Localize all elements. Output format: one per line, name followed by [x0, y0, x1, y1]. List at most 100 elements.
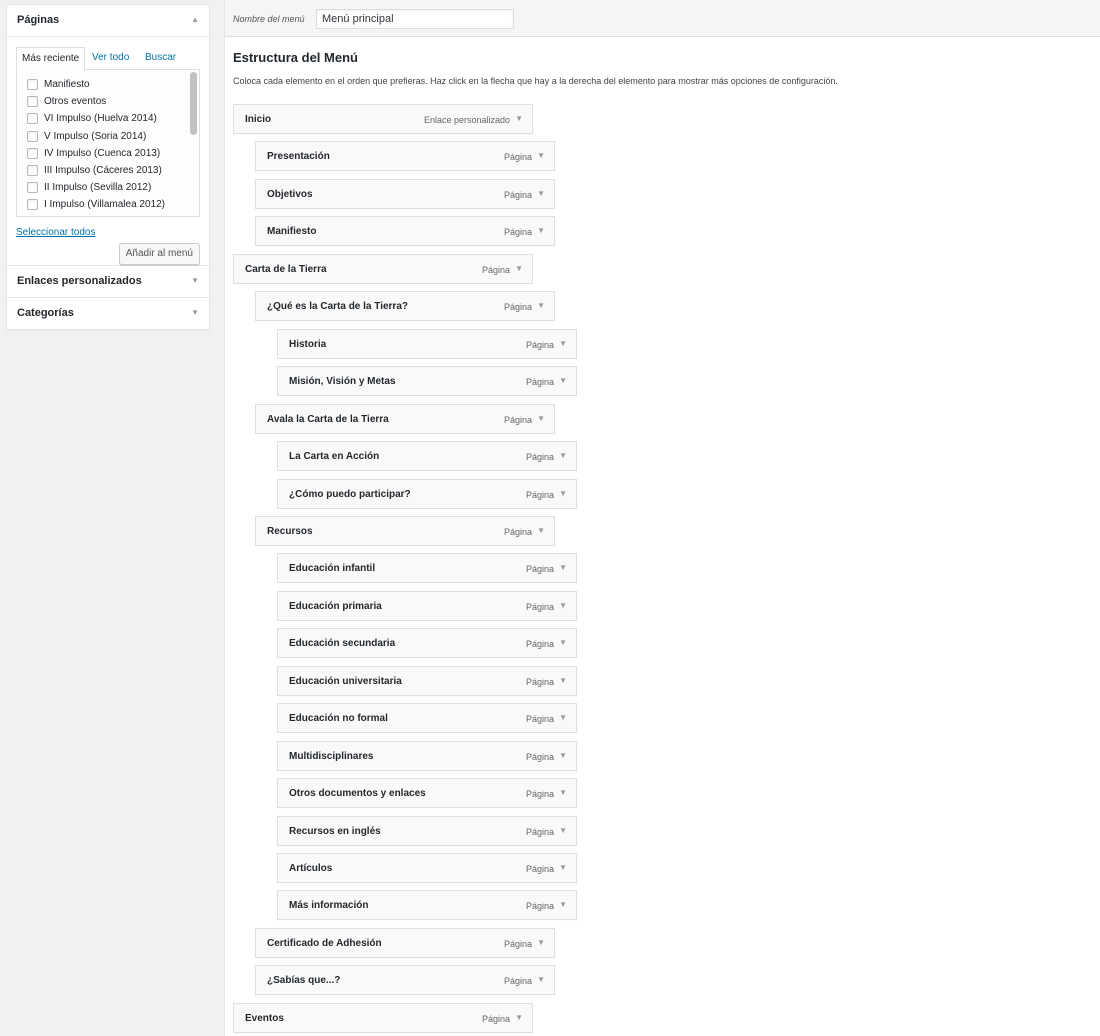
expand-arrow-icon[interactable]: ▼	[559, 376, 567, 385]
expand-arrow-icon[interactable]: ▼	[537, 414, 545, 423]
tab-view-all[interactable]: Ver todo	[92, 47, 129, 69]
page-checklist-item[interactable]: V Impulso (Soria 2014)	[27, 128, 199, 145]
menu-item[interactable]: Presentación Página ▼	[255, 141, 555, 171]
pages-section-header[interactable]: Páginas ▲	[7, 5, 209, 37]
categories-section-header[interactable]: Categorías ▼	[7, 298, 209, 329]
menu-item[interactable]: Objetivos Página ▼	[255, 179, 555, 209]
menu-item[interactable]: Historia Página ▼	[277, 329, 577, 359]
menu-item[interactable]: Recursos Página ▼	[255, 516, 555, 546]
page-checklist-item[interactable]: III Impulso (Cáceres 2013)	[27, 162, 199, 179]
checkbox[interactable]	[27, 182, 38, 194]
menu-item[interactable]: ¿Cómo puedo participar? Página ▼	[277, 479, 577, 509]
menu-item[interactable]: Recursos en inglés Página ▼	[277, 816, 577, 846]
checkbox[interactable]	[27, 96, 38, 108]
menu-item[interactable]: Educación secundaria Página ▼	[277, 628, 577, 658]
page-checklist-item[interactable]: I Impulso (Villamalea 2012)	[27, 196, 199, 213]
menu-item[interactable]: Artículos Página ▼	[277, 853, 577, 883]
expand-arrow-icon[interactable]: ▼	[537, 151, 545, 160]
menu-name-input[interactable]: Menú principal	[316, 9, 514, 29]
pages-section-body: Más reciente Ver todo Buscar Manifiesto O…	[7, 37, 209, 266]
expand-arrow-icon[interactable]: ▼	[559, 788, 567, 797]
page-checklist-item[interactable]: Manifiesto	[27, 76, 199, 93]
expand-arrow-icon[interactable]: ▼	[537, 301, 545, 310]
select-all-link[interactable]: Seleccionar todos	[16, 227, 96, 238]
categories-section-title: Categorías	[17, 307, 74, 319]
menu-item-title: ¿Qué es la Carta de la Tierra?	[267, 301, 408, 312]
expand-arrow-icon[interactable]: ▼	[559, 451, 567, 460]
menu-item[interactable]: Inicio Enlace personalizado ▼	[233, 104, 533, 134]
expand-arrow-icon[interactable]: ▼	[559, 638, 567, 647]
checkbox[interactable]	[27, 130, 38, 142]
menu-item[interactable]: Educación no formal Página ▼	[277, 703, 577, 733]
expand-arrow-icon[interactable]: ▼	[559, 863, 567, 872]
menu-item[interactable]: Más información Página ▼	[277, 890, 577, 920]
page-checklist-item[interactable]: II Impulso (Sevilla 2012)	[27, 179, 199, 196]
menu-item-type: Página	[525, 864, 554, 874]
expand-arrow-icon[interactable]: ▼	[191, 298, 199, 328]
expand-arrow-icon[interactable]: ▼	[515, 264, 523, 273]
menu-item-type: Página	[481, 1014, 510, 1024]
checkbox[interactable]	[27, 113, 38, 125]
menu-item-title: Recursos	[267, 526, 313, 537]
expand-arrow-icon[interactable]: ▼	[537, 189, 545, 198]
collapse-arrow-icon[interactable]: ▲	[191, 5, 199, 35]
checkbox[interactable]	[27, 199, 38, 211]
menu-item[interactable]: Multidisciplinares Página ▼	[277, 741, 577, 771]
menu-item[interactable]: Educación universitaria Página ▼	[277, 666, 577, 696]
custom-links-section-header[interactable]: Enlaces personalizados ▼	[7, 266, 209, 298]
add-to-menu-button[interactable]: Añadir al menú	[118, 243, 200, 265]
expand-arrow-icon[interactable]: ▼	[191, 266, 199, 296]
expand-arrow-icon[interactable]: ▼	[559, 713, 567, 722]
menu-item[interactable]: ¿Qué es la Carta de la Tierra? Página ▼	[255, 291, 555, 321]
menu-item[interactable]: Certificado de Adhesión Página ▼	[255, 928, 555, 958]
menu-item-title: Educación primaria	[289, 601, 382, 612]
checkbox[interactable]	[27, 147, 38, 159]
page-checklist-label: Otros eventos	[44, 96, 107, 108]
menu-item-title: ¿Cómo puedo participar?	[289, 489, 411, 500]
expand-arrow-icon[interactable]: ▼	[537, 226, 545, 235]
checkbox[interactable]	[27, 165, 38, 177]
page-checklist-item[interactable]: IV Impulso (Cuenca 2013)	[27, 145, 199, 162]
menu-item-title: Misión, Visión y Metas	[289, 376, 396, 387]
menu-item-type: Página	[525, 602, 554, 612]
menu-item-title: Carta de la Tierra	[245, 264, 327, 275]
menu-item[interactable]: Misión, Visión y Metas Página ▼	[277, 366, 577, 396]
expand-arrow-icon[interactable]: ▼	[537, 938, 545, 947]
checkbox[interactable]	[27, 79, 38, 91]
page-checklist-item[interactable]: VI Impulso (Huelva 2014)	[27, 110, 199, 127]
menu-item[interactable]: Manifiesto Página ▼	[255, 216, 555, 246]
expand-arrow-icon[interactable]: ▼	[559, 339, 567, 348]
expand-arrow-icon[interactable]: ▼	[515, 1013, 523, 1022]
menu-item[interactable]: Eventos Página ▼	[233, 1003, 533, 1033]
expand-arrow-icon[interactable]: ▼	[559, 601, 567, 610]
menu-item-title: Presentación	[267, 151, 330, 162]
tab-search[interactable]: Buscar	[145, 47, 176, 69]
menu-item-type: Página	[525, 452, 554, 462]
menu-item-title: Certificado de Adhesión	[267, 938, 382, 949]
menu-item[interactable]: Avala la Carta de la Tierra Página ▼	[255, 404, 555, 434]
expand-arrow-icon[interactable]: ▼	[537, 975, 545, 984]
menu-item[interactable]: La Carta en Acción Página ▼	[277, 441, 577, 471]
tab-most-recent[interactable]: Más reciente	[16, 47, 86, 71]
menu-item-title: Eventos	[245, 1013, 284, 1024]
page-checklist-item[interactable]: Otros eventos	[27, 93, 199, 110]
expand-arrow-icon[interactable]: ▼	[559, 489, 567, 498]
menu-item-title: Más información	[289, 900, 369, 911]
menu-item[interactable]: Educación infantil Página ▼	[277, 553, 577, 583]
expand-arrow-icon[interactable]: ▼	[559, 563, 567, 572]
menu-item[interactable]: ¿Sabías que...? Página ▼	[255, 965, 555, 995]
checklist-scrollbar[interactable]	[190, 72, 197, 135]
menu-item[interactable]: Carta de la Tierra Página ▼	[233, 254, 533, 284]
pages-checklist: Manifiesto Otros eventos VI Impulso (Huelv…	[17, 70, 199, 214]
menu-item[interactable]: Otros documentos y enlaces Página ▼	[277, 778, 577, 808]
expand-arrow-icon[interactable]: ▼	[559, 826, 567, 835]
expand-arrow-icon[interactable]: ▼	[559, 676, 567, 685]
expand-arrow-icon[interactable]: ▼	[537, 526, 545, 535]
expand-arrow-icon[interactable]: ▼	[515, 114, 523, 123]
pages-section-title: Páginas	[17, 14, 60, 26]
expand-arrow-icon[interactable]: ▼	[559, 751, 567, 760]
menu-item[interactable]: Educación primaria Página ▼	[277, 591, 577, 621]
menu-item-type: Página	[525, 490, 554, 500]
menu-editor: Nombre del menú Menú principal Estructur…	[224, 0, 1100, 1036]
expand-arrow-icon[interactable]: ▼	[559, 900, 567, 909]
